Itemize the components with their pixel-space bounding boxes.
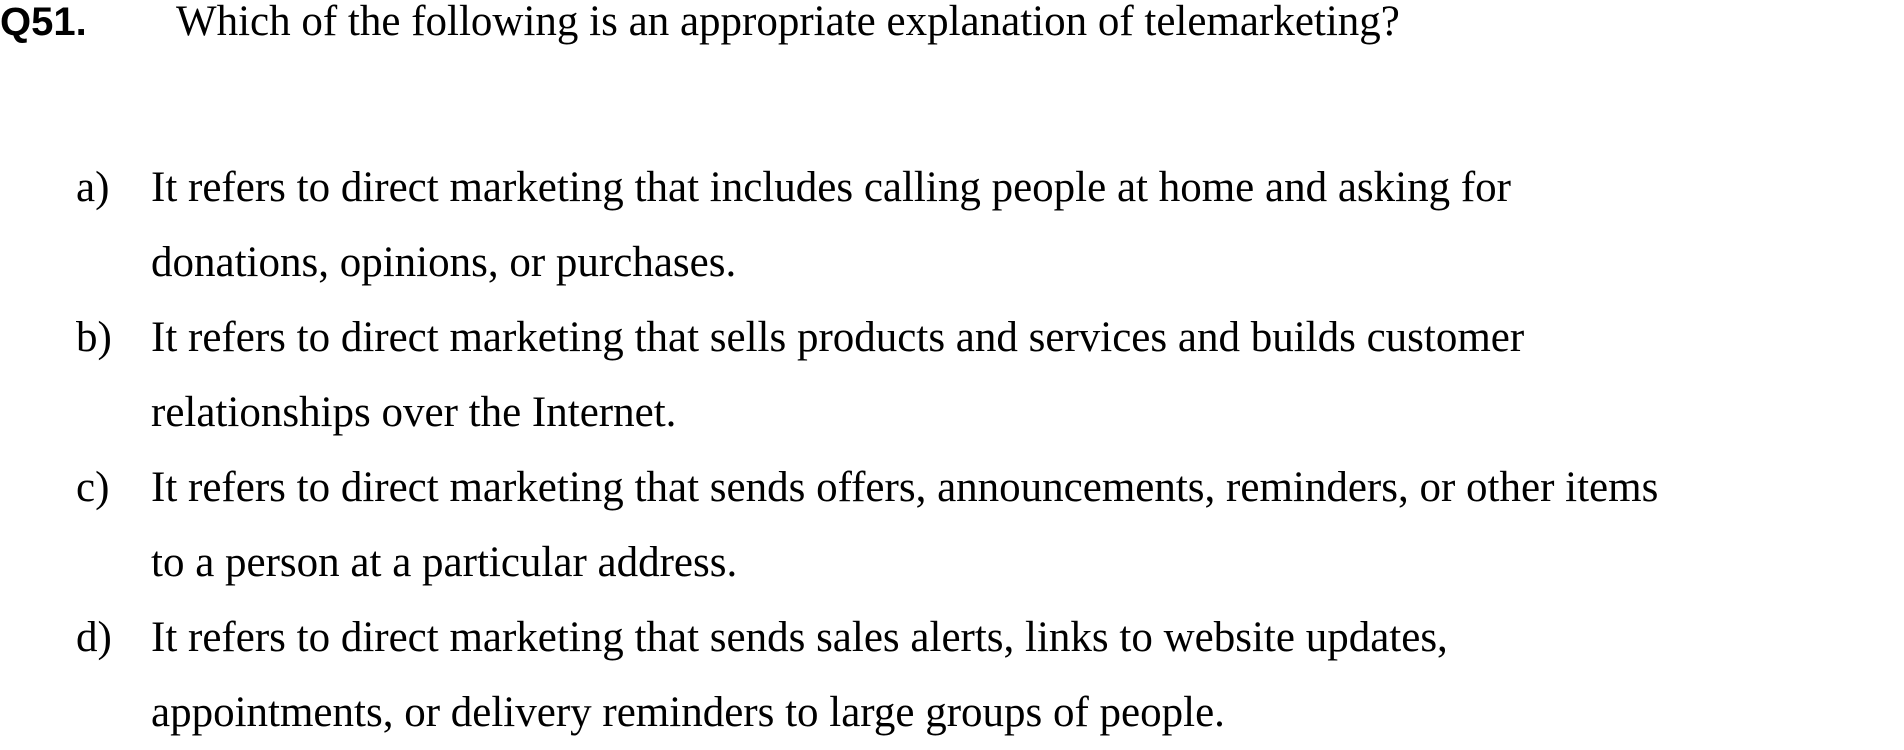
exam-page: Q51. Which of the following is an approp… <box>0 0 1904 736</box>
answer-option-a: a) It refers to direct marketing that in… <box>0 150 1904 300</box>
option-text: It refers to direct marketing that sells… <box>151 300 1904 450</box>
option-text-line: It refers to direct marketing that sells… <box>151 314 1525 361</box>
answer-option-b: b) It refers to direct marketing that se… <box>0 300 1904 450</box>
option-text: It refers to direct marketing that sends… <box>151 600 1904 750</box>
question-text: Which of the following is an appropriate… <box>176 0 1400 45</box>
option-letter: c) <box>76 464 110 511</box>
option-text-line: appointments, or delivery reminders to l… <box>151 689 1225 736</box>
answer-option-c: c) It refers to direct marketing that se… <box>0 450 1904 600</box>
option-text-line: It refers to direct marketing that sends… <box>151 614 1448 661</box>
option-text-line: relationships over the Internet. <box>151 389 677 436</box>
option-letter: a) <box>76 164 110 211</box>
question-number: Q51. <box>0 0 87 44</box>
option-letter: b) <box>76 314 112 361</box>
option-letter: d) <box>76 614 112 661</box>
answer-option-d: d) It refers to direct marketing that se… <box>0 600 1904 750</box>
option-text: It refers to direct marketing that inclu… <box>151 150 1904 300</box>
option-text-line: to a person at a particular address. <box>151 539 738 586</box>
option-text-line: donations, opinions, or purchases. <box>151 239 737 286</box>
option-text-line: It refers to direct marketing that inclu… <box>151 164 1512 211</box>
answer-options-list: a) It refers to direct marketing that in… <box>0 150 1904 750</box>
option-text: It refers to direct marketing that sends… <box>151 450 1904 600</box>
option-text-line: It refers to direct marketing that sends… <box>151 464 1659 511</box>
